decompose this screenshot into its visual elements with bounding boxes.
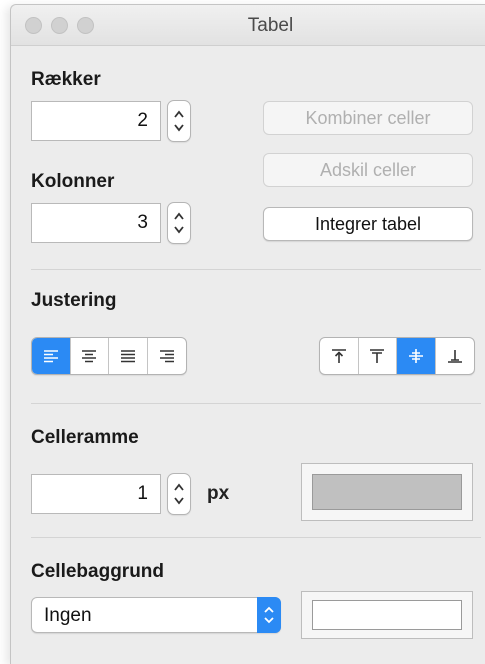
- split-cells-button[interactable]: Adskil celler: [263, 153, 473, 187]
- divider: [31, 537, 481, 538]
- rows-stepper[interactable]: [167, 100, 191, 142]
- valign-top-icon[interactable]: [320, 338, 359, 374]
- align-justify-icon[interactable]: [109, 338, 148, 374]
- divider: [31, 269, 481, 270]
- background-type-value: Ingen: [44, 605, 92, 626]
- merge-cells-button[interactable]: Kombiner celler: [263, 101, 473, 135]
- rows-label: Rækker: [31, 69, 101, 90]
- integrate-table-button[interactable]: Integrer tabel: [263, 207, 473, 241]
- window-title: Tabel: [247, 15, 294, 36]
- columns-label: Kolonner: [31, 171, 115, 192]
- border-color-well[interactable]: [301, 463, 473, 521]
- columns-stepper[interactable]: [167, 202, 191, 244]
- popup-arrows: [257, 597, 281, 633]
- border-color-swatch: [312, 474, 462, 510]
- divider: [31, 403, 481, 404]
- background-color-swatch: [312, 600, 462, 630]
- align-left-icon[interactable]: [32, 338, 71, 374]
- align-right-icon[interactable]: [148, 338, 186, 374]
- title-bar: Tabel: [11, 5, 485, 46]
- valign-top-padded-icon[interactable]: [359, 338, 397, 374]
- valign-middle-icon[interactable]: [397, 338, 436, 374]
- border-unit-label: px: [207, 483, 230, 504]
- cell-background-label: Cellebaggrund: [31, 561, 165, 582]
- background-color-well[interactable]: [301, 591, 473, 639]
- horizontal-alignment-control[interactable]: [31, 337, 187, 375]
- alignment-label: Justering: [31, 290, 117, 311]
- vertical-alignment-control[interactable]: [319, 337, 475, 375]
- cell-border-label: Celleramme: [31, 427, 139, 448]
- valign-bottom-icon[interactable]: [436, 338, 474, 374]
- align-center-icon[interactable]: [71, 338, 109, 374]
- popup-chevron-icon: [264, 606, 274, 624]
- stepper-arrows-icon: [174, 212, 184, 234]
- table-inspector-window: Tabel Rækker 2 Kombiner celler Adskil ce…: [10, 4, 485, 664]
- border-width-stepper[interactable]: [167, 473, 191, 515]
- background-type-popup[interactable]: Ingen: [31, 597, 281, 633]
- border-width-field[interactable]: 1: [31, 474, 161, 514]
- rows-field[interactable]: 2: [31, 101, 161, 141]
- columns-field[interactable]: 3: [31, 203, 161, 243]
- stepper-arrows-icon: [174, 483, 184, 505]
- stepper-arrows-icon: [174, 110, 184, 132]
